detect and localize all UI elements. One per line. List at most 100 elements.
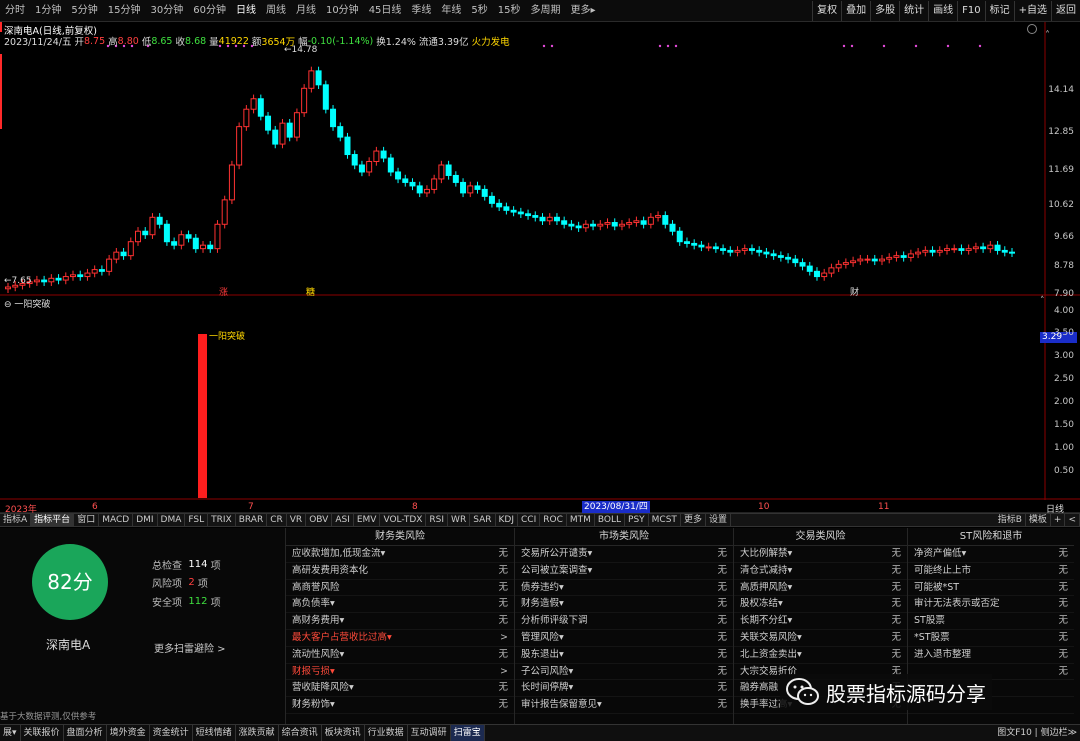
toolbar-button-1[interactable]: 叠加 (841, 1, 870, 21)
indicator-tab-9[interactable]: CR (267, 513, 287, 527)
risk-item[interactable]: 公司被立案调查▾ 无 (515, 563, 733, 580)
pane-arrow-icon[interactable]: ˄ (1040, 296, 1045, 306)
risk-item[interactable]: 高商誉风险 无 (286, 580, 514, 597)
toolbar-button-2[interactable]: 多股 (870, 1, 899, 21)
footer-tab-10[interactable]: 互动调研 (408, 725, 451, 741)
indicator-tab-21[interactable]: MTM (567, 513, 595, 527)
indicator-tab-24[interactable]: MCST (649, 513, 681, 527)
more-scan-link[interactable]: 更多扫雷避险 > (154, 640, 226, 655)
risk-item[interactable]: 高研发费用资本化 无 (286, 563, 514, 580)
indicator-tab-3[interactable]: MACD (99, 513, 134, 527)
indicator-tab-16[interactable]: WR (448, 513, 471, 527)
period-tab-10[interactable]: 45日线 (364, 0, 407, 22)
indicator-tab-15[interactable]: RSI (426, 513, 449, 527)
indicator-tab-1[interactable]: 指标平台 (31, 513, 75, 527)
risk-item[interactable]: ST股票 无 (908, 613, 1074, 630)
risk-item[interactable]: 关联交易风险▾ 无 (734, 630, 907, 647)
risk-item[interactable]: 财报亏损▾ > (286, 664, 514, 681)
toolbar-button-8[interactable]: 返回 (1051, 1, 1080, 21)
footer-tab-1[interactable]: 关联报价 (21, 725, 64, 741)
toolbar-button-7[interactable]: +自选 (1013, 1, 1051, 21)
risk-item[interactable]: 清仓式减持▾ 无 (734, 563, 907, 580)
risk-item[interactable]: 进入退市整理 无 (908, 647, 1074, 664)
footer-tab-3[interactable]: 境外资金 (107, 725, 150, 741)
period-tab-15[interactable]: 多周期 (526, 0, 566, 22)
footer-right-tools[interactable]: 图文F10 | 侧边栏≫ (994, 725, 1080, 741)
risk-item[interactable]: 北上资金卖出▾ 无 (734, 647, 907, 664)
risk-item[interactable]: 长时间停牌▾ 无 (515, 680, 733, 698)
footer-tab-5[interactable]: 短线情绪 (193, 725, 236, 741)
indicator-tab-14[interactable]: VOL-TDX (380, 513, 427, 527)
indicator-tab-26[interactable]: 设置 (706, 513, 731, 527)
indicator-tab-18[interactable]: KDJ (496, 513, 518, 527)
risk-item[interactable]: 最大客户占营收比过高▾ > (286, 630, 514, 647)
risk-item[interactable]: 分析师评级下调 无 (515, 613, 733, 630)
indicator-tab-7[interactable]: TRIX (208, 513, 236, 527)
toolbar-button-4[interactable]: 画线 (928, 1, 957, 21)
risk-item[interactable]: 管理风险▾ 无 (515, 630, 733, 647)
indicator-tab-25[interactable]: 更多 (681, 513, 706, 527)
risk-item[interactable]: 审计报告保留意见▾ 无 (515, 697, 733, 714)
risk-item[interactable]: 可能被*ST 无 (908, 580, 1074, 597)
period-tab-0[interactable]: 分时 (0, 0, 30, 22)
risk-item[interactable]: 债券违约▾ 无 (515, 580, 733, 597)
risk-item[interactable]: 高负债率▾ 无 (286, 596, 514, 614)
risk-item[interactable]: 净资产偏低▾ 无 (908, 546, 1074, 563)
risk-item[interactable]: 高财务费用▾ 无 (286, 613, 514, 630)
period-tab-6[interactable]: 日线 (231, 0, 261, 22)
footer-tab-2[interactable]: 盘面分析 (64, 725, 107, 741)
period-tab-7[interactable]: 周线 (261, 0, 291, 22)
period-tab-5[interactable]: 60分钟 (188, 0, 231, 22)
indicator-tab-11[interactable]: OBV (306, 513, 333, 527)
indicator-tab-5[interactable]: DMA (158, 513, 186, 527)
period-tab-4[interactable]: 30分钟 (145, 0, 188, 22)
indicator-tab-13[interactable]: EMV (354, 513, 381, 527)
indicator-tab-2[interactable]: 窗口 (74, 513, 100, 527)
toolbar-button-5[interactable]: F10 (957, 1, 984, 21)
footer-tab-0[interactable]: 展▾ (0, 725, 21, 741)
risk-item[interactable]: 财务造假▾ 无 (515, 596, 733, 614)
indicator-tab-8[interactable]: BRAR (236, 513, 268, 527)
collapse-arrow-icon[interactable]: ˄ (1045, 30, 1050, 41)
period-tab-16[interactable]: 更多▸ (566, 0, 601, 22)
risk-item[interactable]: 流动性风险▾ 无 (286, 647, 514, 664)
period-tab-1[interactable]: 1分钟 (30, 0, 66, 22)
risk-item[interactable]: 股权冻结▾ 无 (734, 596, 907, 614)
risk-item[interactable]: 财务粉饰▾ 无 (286, 697, 514, 714)
footer-tab-4[interactable]: 资金统计 (150, 725, 193, 741)
risk-item[interactable]: *ST股票 无 (908, 630, 1074, 647)
indicator-tab-12[interactable]: ASI (332, 513, 354, 527)
risk-item[interactable]: 可能终止上市 无 (908, 563, 1074, 580)
footer-tab-11[interactable]: 扫雷宝 (450, 725, 485, 741)
period-tab-8[interactable]: 月线 (291, 0, 321, 22)
period-tab-3[interactable]: 15分钟 (103, 0, 146, 22)
period-tab-11[interactable]: 季线 (406, 0, 436, 22)
risk-item[interactable]: 子公司风险▾ 无 (515, 664, 733, 681)
expand-circle-icon[interactable] (1027, 24, 1037, 34)
risk-item[interactable]: 营收陡降风险▾ 无 (286, 680, 514, 698)
kline-chart[interactable] (0, 22, 1080, 500)
risk-item[interactable]: 审计无法表示或否定 无 (908, 596, 1074, 614)
risk-item[interactable]: 交易所公开谴责▾ 无 (515, 546, 733, 563)
indicator-tab-4[interactable]: DMI (133, 513, 158, 527)
indicator-tab-22[interactable]: BOLL (595, 513, 626, 527)
footer-tab-8[interactable]: 板块资讯 (322, 725, 365, 741)
toolbar-button-3[interactable]: 统计 (899, 1, 928, 21)
indicator-tab-23[interactable]: PSY (625, 513, 649, 527)
indicator-tab-right-0[interactable]: 指标B (995, 513, 1026, 527)
footer-tab-7[interactable]: 综合资讯 (279, 725, 322, 741)
toolbar-button-0[interactable]: 复权 (812, 1, 841, 21)
risk-item[interactable]: 股东退出▾ 无 (515, 647, 733, 664)
indicator-tab-right-2[interactable]: + (1051, 513, 1066, 527)
indicator-tab-right-3[interactable]: < (1065, 513, 1080, 527)
risk-item[interactable]: 大比例解禁▾ 无 (734, 546, 907, 563)
toolbar-button-6[interactable]: 标记 (984, 1, 1014, 21)
footer-tab-6[interactable]: 涨跌贡献 (236, 725, 279, 741)
period-tab-9[interactable]: 10分钟 (321, 0, 364, 22)
indicator-tab-10[interactable]: VR (287, 513, 307, 527)
period-tab-14[interactable]: 15秒 (493, 0, 526, 22)
risk-item[interactable]: 高质押风险▾ 无 (734, 580, 907, 597)
indicator-tab-0[interactable]: 指标A (0, 513, 32, 527)
indicator-tab-6[interactable]: FSL (185, 513, 209, 527)
period-tab-2[interactable]: 5分钟 (66, 0, 102, 22)
